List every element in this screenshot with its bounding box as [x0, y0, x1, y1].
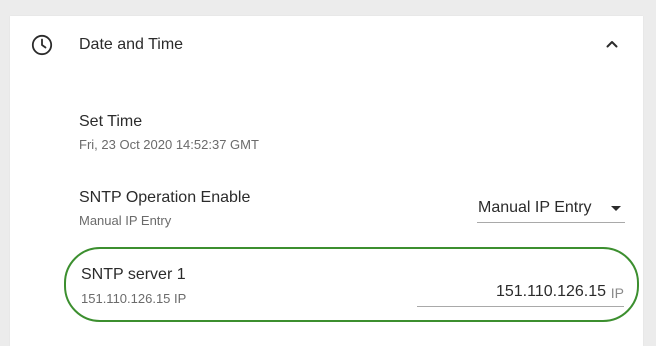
sntp-server-input[interactable]: 151.110.126.15 IP	[417, 280, 624, 307]
set-time-value: Fri, 23 Oct 2020 14:52:37 GMT	[79, 137, 259, 152]
sntp-operation-value: Manual IP Entry	[79, 213, 172, 228]
date-time-panel: Date and Time Set Time Fri, 23 Oct 2020 …	[10, 16, 643, 346]
sntp-operation-selected: Manual IP Entry	[478, 199, 592, 216]
chevron-up-icon[interactable]	[604, 36, 620, 52]
clock-icon	[31, 34, 53, 56]
sntp-server-input-value: 151.110.126.15	[495, 283, 606, 300]
sntp-operation-label: SNTP Operation Enable	[79, 189, 251, 206]
dropdown-caret-icon	[611, 206, 621, 211]
sntp-server-value: 151.110.126.15 IP	[81, 291, 187, 306]
sntp-server-label: SNTP server 1	[81, 266, 186, 283]
ip-suffix: IP	[610, 285, 624, 301]
set-time-label: Set Time	[79, 113, 143, 130]
section-title: Date and Time	[79, 36, 184, 53]
sntp-operation-select[interactable]: Manual IP Entry	[477, 196, 625, 223]
